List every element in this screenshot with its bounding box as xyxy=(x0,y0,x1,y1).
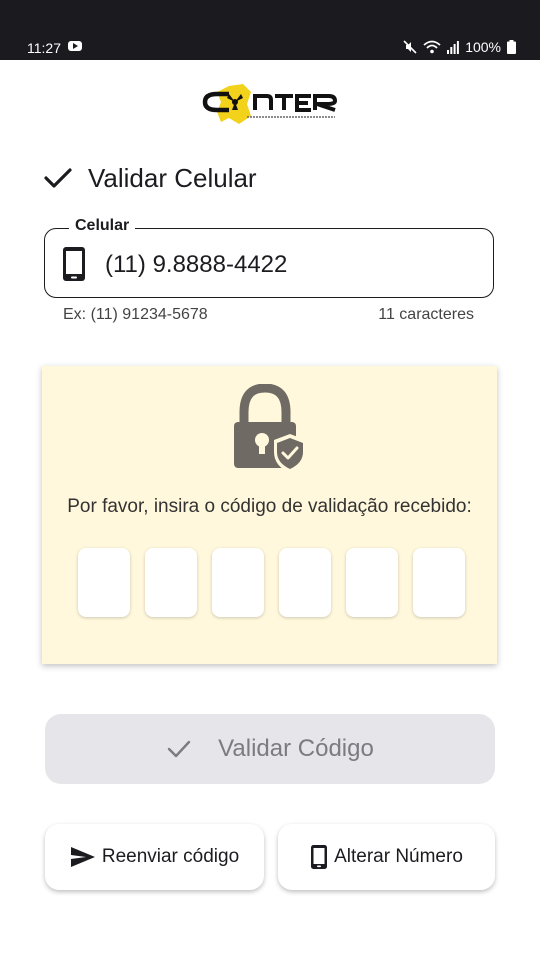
code-digit-4[interactable] xyxy=(279,548,331,617)
youtube-icon xyxy=(68,41,82,51)
section-header: Validar Celular xyxy=(42,162,257,194)
code-digit-1[interactable] xyxy=(78,548,130,617)
code-digit-6[interactable] xyxy=(413,548,465,617)
battery-icon xyxy=(507,40,516,54)
code-digit-2[interactable] xyxy=(145,548,197,617)
phone-field[interactable]: Celular (11) 9.8888-4422 xyxy=(44,217,494,298)
validation-code-card: Por favor, insira o código de validação … xyxy=(42,366,497,664)
change-number-label: Alterar Número xyxy=(334,846,463,867)
code-input-group xyxy=(78,548,465,617)
conter-logo xyxy=(195,82,345,126)
send-icon xyxy=(70,847,95,867)
resend-code-label: Reenviar código xyxy=(101,846,240,867)
check-icon xyxy=(167,740,191,758)
phone-field-label: Celular xyxy=(69,217,136,235)
signal-icon xyxy=(447,41,460,54)
check-icon xyxy=(44,168,72,188)
mute-icon xyxy=(403,40,417,54)
code-digit-5[interactable] xyxy=(346,548,398,617)
lock-shield-icon xyxy=(234,384,306,473)
wifi-icon xyxy=(423,40,441,54)
validate-code-button[interactable]: Validar Código xyxy=(45,714,495,784)
phone-field-hint: Ex: (11) 91234-5678 xyxy=(63,306,208,323)
phone-number-value[interactable]: (11) 9.8888-4422 xyxy=(105,251,287,279)
smartphone-icon xyxy=(63,247,85,281)
code-digit-3[interactable] xyxy=(212,548,264,617)
phone-field-counter: 11 caracteres xyxy=(378,306,474,323)
resend-code-button[interactable]: Reenviar código xyxy=(45,824,264,890)
smartphone-icon xyxy=(311,845,328,869)
status-time: 11:27 xyxy=(27,40,61,56)
validate-code-label: Validar Código xyxy=(218,735,374,762)
code-prompt: Por favor, insira o código de validação … xyxy=(67,496,472,517)
change-number-button[interactable]: Alterar Número xyxy=(278,824,495,890)
battery-level: 100% xyxy=(465,39,501,55)
status-bar: 11:27 100% xyxy=(0,0,540,60)
status-icons: 100% xyxy=(403,39,516,55)
page-title: Validar Celular xyxy=(88,162,257,193)
